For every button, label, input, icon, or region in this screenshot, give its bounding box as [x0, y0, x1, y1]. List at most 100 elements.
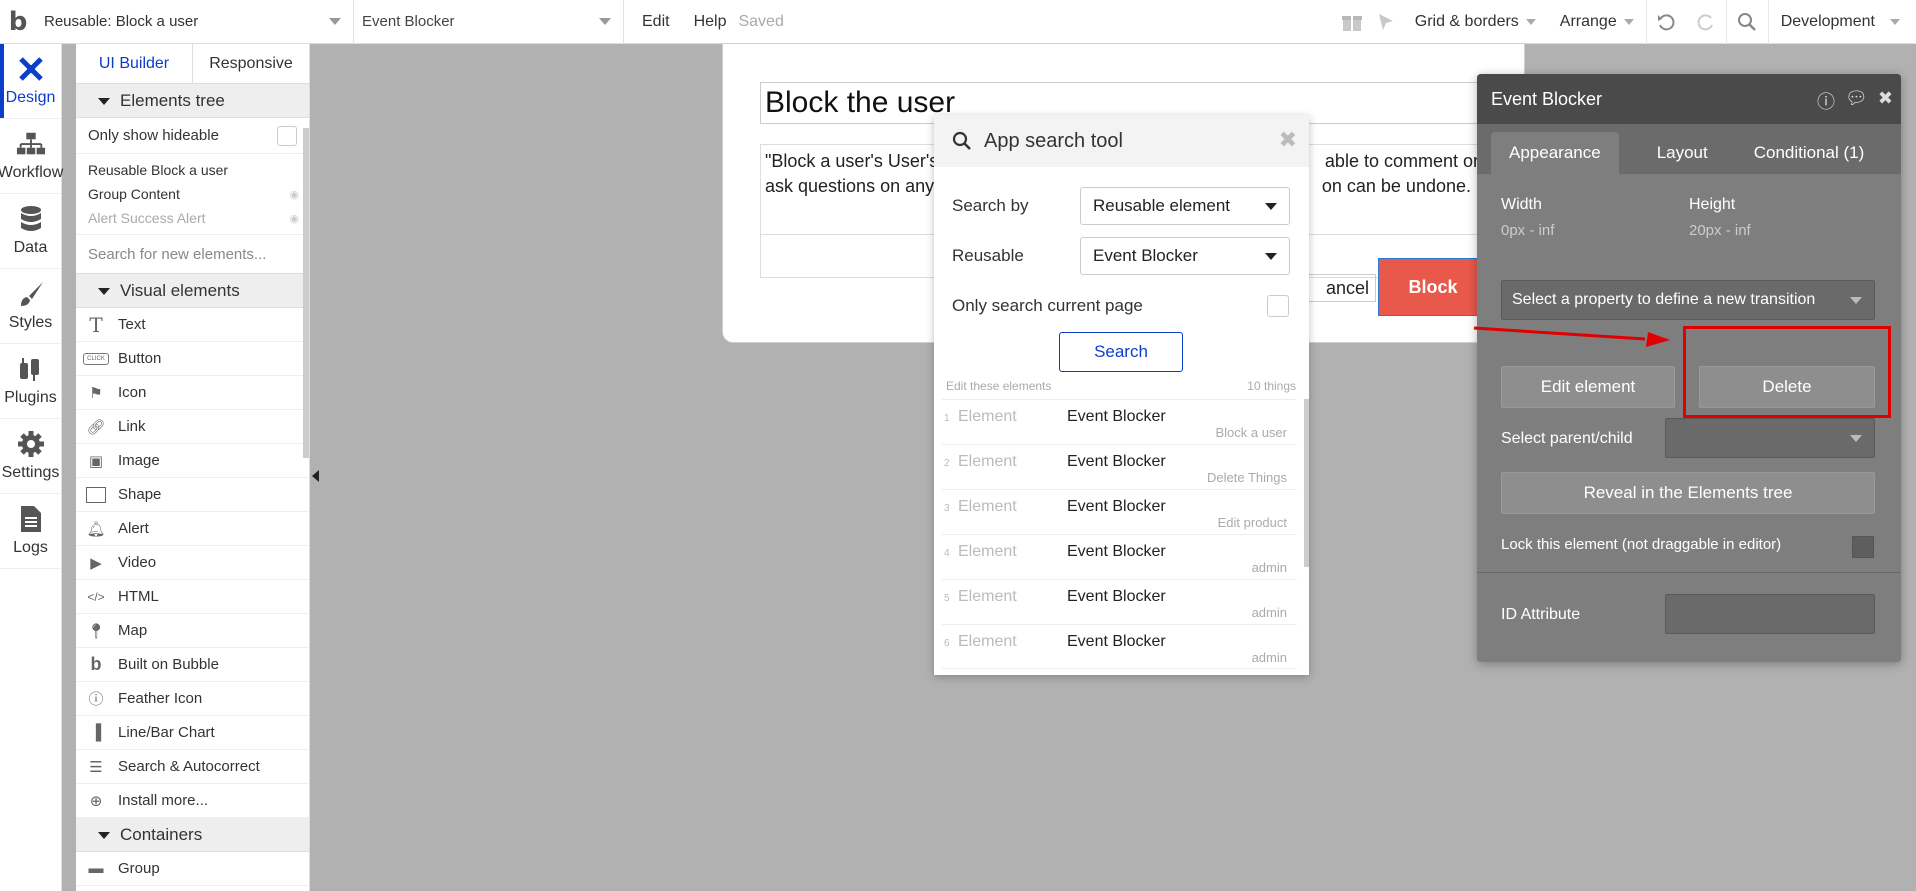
element-alert[interactable]: 🔔︎ Alert [76, 512, 309, 546]
element-search-autocorrect[interactable]: ☰ Search & Autocorrect [76, 750, 309, 784]
element-link[interactable]: 🔗︎ Link [76, 410, 309, 444]
element-image[interactable]: ▣ Image [76, 444, 309, 478]
element-map[interactable]: 📍︎ Map [76, 614, 309, 648]
result-row[interactable]: 1 Element Event Blocker Block a user [942, 399, 1297, 444]
elements-tree-header[interactable]: Elements tree [76, 84, 309, 118]
eye-icon[interactable]: ◉ [289, 188, 299, 201]
element-install-more[interactable]: ⊕ Install more... [76, 784, 309, 818]
rail-styles[interactable]: Styles [0, 269, 61, 344]
search-button[interactable]: Search [1059, 332, 1183, 372]
rail-design[interactable]: Design [0, 44, 61, 119]
tab-conditional[interactable]: Conditional (1) [1736, 132, 1883, 174]
tab-layout[interactable]: Layout [1639, 132, 1726, 174]
rail-settings[interactable]: Settings [0, 419, 61, 494]
element-group[interactable]: ▬ Group [76, 852, 309, 886]
element-shape[interactable]: Shape [76, 478, 309, 512]
block-button[interactable]: Block [1378, 258, 1488, 316]
visual-elements-title: Visual elements [120, 280, 240, 300]
element-text[interactable]: T Text [76, 308, 309, 342]
reveal-in-tree-button[interactable]: Reveal in the Elements tree [1501, 472, 1875, 514]
rail-logs[interactable]: Logs [0, 494, 61, 569]
bubble-logo-icon[interactable]: b [0, 0, 36, 44]
result-row[interactable]: 5 Element Event Blocker admin [942, 579, 1297, 624]
grid-borders-menu[interactable]: Grid & borders [1403, 0, 1548, 44]
cursor-icon[interactable] [1369, 0, 1403, 44]
only-hideable-checkbox[interactable] [277, 125, 297, 146]
rail-plugins[interactable]: Plugins [0, 344, 61, 419]
close-icon[interactable]: ✖ [1878, 88, 1893, 114]
eye-icon[interactable]: ◉ [289, 212, 299, 225]
search-elements-input[interactable]: Search for new elements... [76, 234, 309, 274]
element-select[interactable]: Event Blocker [354, 0, 624, 44]
result-name: Event Blocker [1067, 588, 1166, 605]
saved-status: Saved [738, 12, 784, 30]
info-icon[interactable]: ⓘ [1817, 88, 1835, 114]
header-icons: ⓘ 💬︎ ✖ [1817, 88, 1893, 114]
rail-data[interactable]: Data [0, 194, 61, 269]
tab-appearance[interactable]: Appearance [1491, 132, 1619, 174]
map-pin-icon: 📍︎ [86, 622, 106, 640]
element-label: Button [118, 350, 162, 367]
panel-scrollbar[interactable] [303, 128, 309, 458]
element-label: Line/Bar Chart [118, 724, 215, 741]
search-by-value: Reusable element [1093, 196, 1231, 215]
rail-plugins-label: Plugins [4, 389, 57, 406]
height-value[interactable]: 20px - inf [1689, 222, 1751, 239]
help-menu[interactable]: Help [682, 0, 739, 44]
arrange-label: Arrange [1559, 13, 1617, 30]
rail-settings-label: Settings [1, 464, 60, 481]
element-feather-icon[interactable]: ⓘ Feather Icon [76, 682, 309, 716]
element-label: Feather Icon [118, 690, 203, 707]
element-icon[interactable]: ⚑ Icon [76, 376, 309, 410]
environment-select[interactable]: Development [1767, 0, 1916, 44]
result-row[interactable]: 6 Element Event Blocker admin [942, 624, 1297, 669]
width-value[interactable]: 0px - inf [1501, 222, 1554, 239]
tree-item[interactable]: Group Content ◉ [76, 182, 309, 206]
element-button[interactable]: CLICK Button [76, 342, 309, 376]
transition-select[interactable]: Select a property to define a new transi… [1501, 280, 1875, 320]
element-built-on-bubble[interactable]: b Built on Bubble [76, 648, 309, 682]
result-number: 2 [944, 458, 950, 469]
element-html[interactable]: </> HTML [76, 580, 309, 614]
property-editor-header[interactable]: Event Blocker ⓘ 💬︎ ✖ [1477, 74, 1901, 124]
lock-element-checkbox[interactable] [1852, 536, 1874, 558]
tab-ui-builder[interactable]: UI Builder [76, 44, 193, 83]
edit-menu[interactable]: Edit [630, 0, 682, 44]
close-icon[interactable]: ✖ [1279, 127, 1297, 153]
result-number: 6 [944, 638, 950, 649]
search-by-select[interactable]: Reusable element [1080, 187, 1290, 225]
collapse-panel-icon[interactable] [312, 470, 319, 482]
parent-child-select[interactable] [1665, 418, 1875, 458]
reusable-label: Reusable [952, 246, 1024, 265]
tree-item[interactable]: Reusable Block a user [76, 158, 309, 182]
edit-element-button[interactable]: Edit element [1501, 366, 1675, 408]
tree-item[interactable]: Alert Success Alert ◉ [76, 206, 309, 230]
search-icon[interactable] [1725, 0, 1768, 44]
result-row[interactable]: 3 Element Event Blocker Edit product [942, 489, 1297, 534]
element-label: Text [118, 316, 146, 333]
element-video[interactable]: ▶ Video [76, 546, 309, 580]
rail-workflow[interactable]: Workflow [0, 119, 63, 194]
reusable-select[interactable]: Event Blocker [1080, 237, 1290, 275]
tab-responsive[interactable]: Responsive [193, 44, 309, 83]
element-label: Built on Bubble [118, 656, 219, 673]
arrange-menu[interactable]: Arrange [1548, 0, 1646, 44]
visual-elements-header[interactable]: Visual elements [76, 274, 309, 308]
redo-icon[interactable] [1686, 0, 1726, 44]
gift-icon[interactable] [1335, 0, 1369, 44]
reusable-value: Event Blocker [1093, 246, 1198, 265]
containers-header[interactable]: Containers [76, 818, 309, 852]
element-line-bar-chart[interactable]: ▐ Line/Bar Chart [76, 716, 309, 750]
id-attribute-input[interactable] [1665, 594, 1875, 634]
only-current-page-checkbox[interactable] [1267, 295, 1289, 317]
result-number: 4 [944, 548, 950, 559]
result-kind: Element [958, 498, 1017, 515]
comment-icon[interactable]: 💬︎ [1845, 88, 1868, 114]
edit-these-label[interactable]: Edit these elements [946, 379, 1051, 401]
undo-icon[interactable] [1645, 0, 1686, 44]
results-scrollbar[interactable] [1304, 399, 1309, 567]
page-select[interactable]: Reusable: Block a user [36, 0, 354, 44]
element-label: Alert [118, 520, 149, 537]
result-row[interactable]: 2 Element Event Blocker Delete Things [942, 444, 1297, 489]
result-row[interactable]: 4 Element Event Blocker admin [942, 534, 1297, 579]
